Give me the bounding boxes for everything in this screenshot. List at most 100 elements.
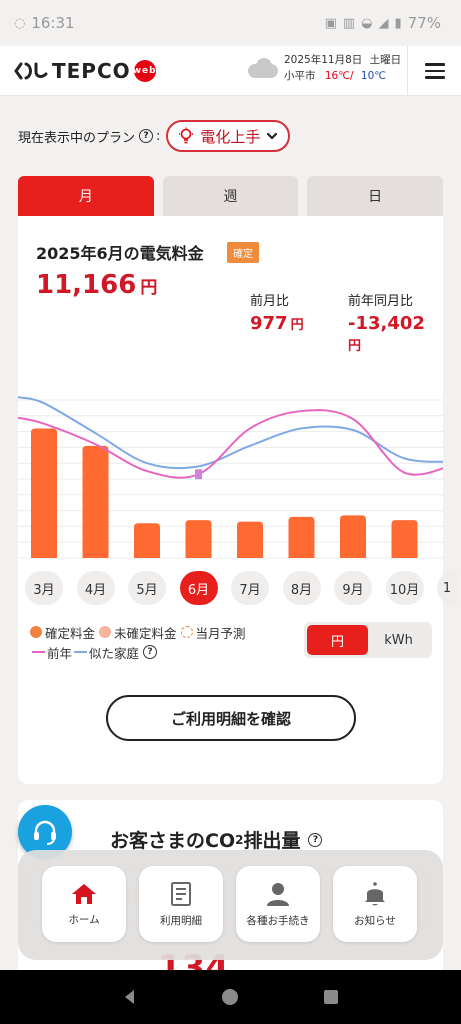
prev-month-number: 977: [250, 313, 288, 334]
home-circle-icon[interactable]: [220, 987, 240, 1007]
plan-colon: :: [156, 128, 161, 144]
month-pill-4月[interactable]: 4月: [76, 571, 115, 605]
prev-year-swatch: [32, 651, 45, 653]
forecast-swatch: [180, 626, 193, 638]
bill-card: 2025年6月の電気料金 確定 11,166 円 前月比 977 円 前年同月比 -…: [18, 216, 457, 784]
prev-month-unit: 円: [290, 318, 304, 333]
similar-swatch: [74, 651, 88, 653]
legend-confirmed: 確定料金: [45, 625, 96, 641]
help-icon[interactable]: ?: [143, 645, 158, 659]
weather-low: 10℃: [360, 70, 387, 82]
legend-unconfirmed: 未確定料金: [114, 625, 177, 641]
bottom-navigation: ホーム 利用明細 各種お手続き お知らせ: [18, 850, 443, 960]
month-pill-6月[interactable]: 6月: [179, 571, 218, 605]
co2-title-text: お客さまのCO: [110, 830, 236, 852]
nav-procedures[interactable]: 各種お手続き: [236, 866, 320, 942]
unit-toggle: 円 kWh: [304, 622, 432, 658]
month-pill-9月[interactable]: 9月: [334, 571, 372, 605]
help-icon[interactable]: ?: [308, 832, 323, 847]
unit-yen-button[interactable]: 円: [307, 625, 368, 655]
bill-chart[interactable]: [18, 392, 443, 562]
co2-title-sub: 2: [235, 832, 244, 847]
bill-title: 2025年6月の電気料金: [36, 244, 204, 263]
nav-home[interactable]: ホーム: [42, 866, 126, 942]
bill-amount-unit: 円: [140, 278, 158, 298]
weather-high: 16℃/: [324, 70, 354, 82]
hamburger-icon-line: [424, 63, 445, 66]
cloud-icon: [248, 58, 278, 78]
recents-icon[interactable]: [321, 987, 341, 1007]
brand-name: TEPCO: [52, 58, 131, 83]
legend-similar: 似た家庭: [89, 645, 140, 661]
system-navigation-bar: [0, 970, 461, 1024]
brand-web-badge: web: [133, 59, 156, 82]
hamburger-icon-line: [424, 76, 445, 79]
plan-label: 現在表示中のプラン: [18, 130, 136, 146]
hamburger-icon-line: [424, 69, 445, 73]
co2-title: お客さまのCO 2 排出量 ?: [110, 826, 323, 853]
weather-date: 2025年11月8日: [284, 54, 363, 66]
month-pill-8月[interactable]: 8月: [282, 571, 321, 605]
plan-select[interactable]: 電化上手: [166, 120, 291, 152]
month-pill-7月[interactable]: 7月: [231, 571, 269, 605]
month-pill-10月[interactable]: 10月: [385, 571, 424, 605]
help-icon[interactable]: ?: [139, 129, 154, 143]
plan-row: 現在表示中のプラン ? : 電化上手: [18, 120, 291, 152]
home-icon: [72, 883, 96, 904]
unit-kwh-button[interactable]: kWh: [368, 625, 429, 655]
nav-usage-details[interactable]: 利用明細: [139, 866, 223, 942]
signal-icon: ◢: [378, 15, 389, 31]
tab-week[interactable]: 週: [162, 176, 299, 216]
legend-prev-year: 前年: [47, 645, 73, 661]
battery-level: 77%: [407, 14, 441, 32]
chart-bar-8月[interactable]: [288, 516, 315, 558]
confirmed-swatch: [30, 626, 42, 638]
chevron-down-icon: [267, 132, 278, 140]
chart-bar-4月[interactable]: [82, 445, 109, 558]
similar-household-line: [18, 396, 443, 470]
tepco-logo[interactable]: TEPCO web: [14, 59, 156, 83]
period-tabs: 月 週 日: [18, 176, 444, 216]
weather-weekday: 土曜日: [369, 54, 402, 66]
nav-notifications[interactable]: お知らせ: [333, 866, 417, 942]
nfc-icon: ▣: [324, 15, 337, 31]
bell-icon: [365, 881, 385, 905]
month-pill-1[interactable]: 1: [437, 571, 457, 605]
wifi-icon: ◒: [361, 15, 373, 31]
tab-day[interactable]: 日: [307, 176, 444, 216]
nav-usage-label: 利用明細: [160, 914, 202, 927]
tab-month[interactable]: 月: [18, 176, 154, 216]
nav-notifications-label: お知らせ: [354, 914, 396, 927]
hamburger-menu-button[interactable]: [407, 46, 461, 96]
battery-icon: ▮: [394, 15, 402, 31]
nav-procedures-label: 各種お手続き: [246, 914, 310, 927]
headset-icon: [34, 820, 56, 845]
chart-bar-6月[interactable]: [185, 520, 212, 558]
chart-bar-3月[interactable]: [31, 428, 57, 558]
vibrate-icon: ▥: [342, 15, 356, 31]
prev-year-label: 前年同月比: [348, 294, 414, 309]
notification-circle-icon: ◌: [14, 15, 26, 31]
prev-month-value: 977 円: [250, 313, 304, 334]
tepco-logo-mark-icon: [14, 62, 48, 79]
prev-month-label: 前月比: [250, 294, 290, 309]
chart-legend: 確定料金 未確定料金 当月予測 前年 似た家庭 ?: [30, 622, 246, 662]
back-icon[interactable]: [120, 987, 140, 1007]
chart-bar-9月[interactable]: [340, 515, 366, 558]
bill-amount: 11,166 円: [36, 270, 157, 300]
chart-bar-7月[interactable]: [237, 521, 263, 558]
plan-name: 電化上手: [200, 127, 261, 146]
document-icon: [171, 881, 191, 906]
co2-title-end: 排出量: [243, 830, 301, 852]
prev-year-value: -13,402 円: [348, 313, 428, 355]
chart-bar-10月[interactable]: [391, 520, 418, 558]
status-badge: 確定: [227, 242, 259, 263]
legend-forecast: 当月予測: [195, 625, 246, 641]
weather-city: 小平市: [284, 70, 316, 82]
month-pill-5月[interactable]: 5月: [128, 571, 166, 605]
view-statement-button[interactable]: ご利用明細を確認: [106, 695, 356, 741]
prev-year-unit: 円: [348, 339, 362, 354]
month-pill-3月[interactable]: 3月: [25, 571, 63, 605]
chart-bar-5月[interactable]: [134, 523, 160, 558]
app-header: TEPCO web 2025年11月8日 土曜日 小平市 16℃/ 10℃: [0, 46, 461, 96]
